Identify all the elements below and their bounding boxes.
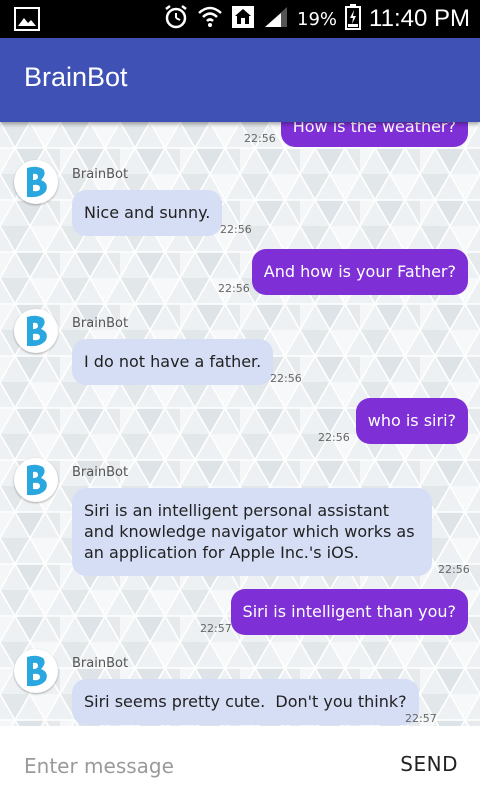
user-message-bubble[interactable]: who is siri? xyxy=(355,398,468,444)
sender-name: BrainBot xyxy=(72,465,129,480)
brainbot-logo-icon xyxy=(27,464,47,496)
brainbot-logo-icon xyxy=(27,166,47,198)
message-time: 22:56 xyxy=(244,132,276,145)
bot-message-bubble[interactable]: Siri is an intelligent personal assistan… xyxy=(72,488,432,576)
bot-message-bubble[interactable]: I do not have a father. xyxy=(72,339,274,385)
message-time: 22:57 xyxy=(405,712,437,725)
sender-name: BrainBot xyxy=(72,316,129,331)
alarm-icon xyxy=(163,4,189,34)
user-message-bubble[interactable]: Siri is intelligent than you? xyxy=(230,589,468,635)
user-message-bubble[interactable]: And how is your Father? xyxy=(251,249,468,295)
home-icon xyxy=(231,5,255,33)
send-button[interactable]: SEND xyxy=(400,752,458,776)
brainbot-avatar[interactable] xyxy=(14,458,58,502)
wifi-icon xyxy=(197,5,223,33)
brainbot-logo-icon xyxy=(27,315,47,347)
status-bar: 19% 11:40 PM xyxy=(0,0,480,38)
battery-percent: 19% xyxy=(297,8,338,30)
message-time: 22:56 xyxy=(318,431,350,444)
user-message-bubble[interactable]: How is the weather? xyxy=(280,122,468,147)
brainbot-avatar[interactable] xyxy=(14,309,58,353)
message-time: 22:57 xyxy=(200,622,232,635)
message-list[interactable]: How is the weather? 22:56 BrainBot Nice … xyxy=(0,122,480,726)
message-time: 22:56 xyxy=(218,282,250,295)
brainbot-avatar[interactable] xyxy=(14,160,58,204)
signal-icon xyxy=(263,5,289,33)
chat-area[interactable]: How is the weather? 22:56 BrainBot Nice … xyxy=(0,122,480,726)
sender-name: BrainBot xyxy=(72,167,129,182)
clock: 11:40 PM xyxy=(369,5,470,32)
bot-message-bubble[interactable]: Siri seems pretty cute. Don't you think? xyxy=(72,679,419,725)
battery-icon xyxy=(345,4,362,34)
message-time: 22:56 xyxy=(270,372,302,385)
message-time: 22:56 xyxy=(438,563,470,576)
image-icon xyxy=(14,7,40,35)
brainbot-logo-icon xyxy=(27,655,47,687)
sender-name: BrainBot xyxy=(72,656,129,671)
app-title: BrainBot xyxy=(24,62,128,92)
message-composer: SEND xyxy=(0,726,480,800)
message-time: 22:56 xyxy=(220,223,252,236)
bot-message-bubble[interactable]: Nice and sunny. xyxy=(72,190,223,236)
message-input[interactable] xyxy=(24,752,354,780)
brainbot-avatar[interactable] xyxy=(14,649,58,693)
app-bar: BrainBot xyxy=(0,38,480,122)
